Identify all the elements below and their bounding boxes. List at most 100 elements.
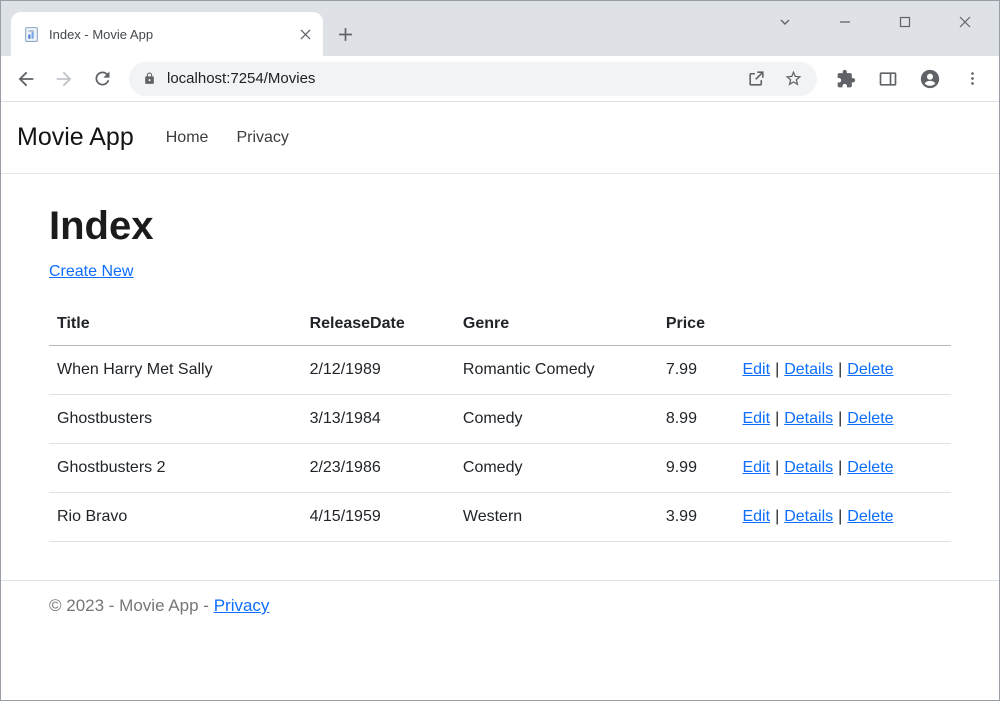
cell-actions: Edit | Details | Delete xyxy=(734,493,951,542)
lock-icon xyxy=(143,72,156,85)
table-row: Ghostbusters 3/13/1984 Comedy 8.99 Edit |… xyxy=(49,395,951,444)
side-panel-button[interactable] xyxy=(871,62,905,96)
table-row: Rio Bravo 4/15/1959 Western 3.99 Edit|De… xyxy=(49,493,951,542)
delete-link[interactable]: Delete xyxy=(847,508,893,525)
delete-link[interactable]: Delete xyxy=(847,459,893,476)
action-separator: | xyxy=(775,410,779,427)
close-icon xyxy=(300,29,311,40)
url-text[interactable]: localhost:7254/Movies xyxy=(167,70,729,87)
footer-privacy-link[interactable]: Privacy xyxy=(214,596,270,615)
profile-button[interactable] xyxy=(913,62,947,96)
movie-app-favicon xyxy=(23,26,40,43)
cell-actions: Edit | Details | Delete xyxy=(734,444,951,493)
window-maximize-button[interactable] xyxy=(897,14,913,30)
cell-actions: Edit | Details | Delete xyxy=(734,395,951,444)
details-link[interactable]: Details xyxy=(784,361,833,378)
column-header-title: Title xyxy=(49,303,302,346)
back-icon xyxy=(15,68,37,90)
site-footer: © 2023 - Movie App - Privacy xyxy=(1,580,999,631)
forward-icon xyxy=(53,68,75,90)
column-header-releasedate: ReleaseDate xyxy=(302,303,455,346)
window-controls xyxy=(777,1,999,43)
details-link[interactable]: Details xyxy=(784,410,833,427)
cell-release-date: 4/15/1959 xyxy=(302,493,455,542)
kebab-menu-icon xyxy=(964,70,981,87)
page-title: Index xyxy=(49,204,951,249)
window-close-button[interactable] xyxy=(957,14,973,30)
extensions-button[interactable] xyxy=(829,62,863,96)
forward-button[interactable] xyxy=(45,60,83,98)
table-header-row: Title ReleaseDate Genre Price xyxy=(49,303,951,346)
profile-icon xyxy=(919,68,941,90)
reload-button[interactable] xyxy=(83,60,121,98)
edit-link[interactable]: Edit xyxy=(742,361,770,378)
cell-title: Rio Bravo xyxy=(49,493,302,542)
cell-price: 7.99 xyxy=(658,346,735,395)
cell-title: Ghostbusters xyxy=(49,395,302,444)
column-header-price: Price xyxy=(658,303,735,346)
close-icon xyxy=(958,15,972,29)
cell-release-date: 3/13/1984 xyxy=(302,395,455,444)
browser-toolbar: localhost:7254/Movies xyxy=(1,56,999,102)
nav-link-privacy[interactable]: Privacy xyxy=(236,129,288,147)
share-button[interactable] xyxy=(747,69,766,88)
cell-genre: Comedy xyxy=(455,444,658,493)
delete-link[interactable]: Delete xyxy=(847,410,893,427)
cell-release-date: 2/23/1986 xyxy=(302,444,455,493)
share-icon xyxy=(747,69,766,88)
cell-genre: Romantic Comedy xyxy=(455,346,658,395)
cell-price: 9.99 xyxy=(658,444,735,493)
tab-strip: Index - Movie App xyxy=(1,1,999,56)
cell-price: 8.99 xyxy=(658,395,735,444)
side-panel-icon xyxy=(878,69,898,89)
column-header-actions xyxy=(734,303,951,346)
chevron-down-icon xyxy=(778,15,792,29)
minimize-icon xyxy=(838,15,852,29)
window-minimize-button[interactable] xyxy=(837,14,853,30)
action-separator: | xyxy=(838,410,842,427)
action-separator: | xyxy=(838,508,842,525)
address-bar[interactable]: localhost:7254/Movies xyxy=(129,62,817,96)
new-tab-button[interactable] xyxy=(331,20,359,48)
cell-genre: Comedy xyxy=(455,395,658,444)
action-separator: | xyxy=(838,361,842,378)
action-separator: | xyxy=(775,508,779,525)
bookmark-button[interactable] xyxy=(784,69,803,88)
cell-actions: Edit | Details | Delete xyxy=(734,346,951,395)
extensions-icon xyxy=(836,69,856,89)
star-icon xyxy=(784,69,803,88)
window-chevron-button[interactable] xyxy=(777,14,793,30)
edit-link[interactable]: Edit xyxy=(742,459,770,476)
create-new-link[interactable]: Create New xyxy=(49,263,133,280)
details-link[interactable]: Details xyxy=(784,508,833,525)
column-header-genre: Genre xyxy=(455,303,658,346)
reload-icon xyxy=(92,68,113,89)
cell-title: When Harry Met Sally xyxy=(49,346,302,395)
brand-link[interactable]: Movie App xyxy=(17,123,134,152)
browser-menu-button[interactable] xyxy=(955,62,989,96)
edit-link[interactable]: Edit xyxy=(742,410,770,427)
tab-title: Index - Movie App xyxy=(49,27,295,42)
main-content: Index Create New Title ReleaseDate Genre… xyxy=(1,174,999,542)
table-row: When Harry Met Sally 2/12/1989 Romantic … xyxy=(49,346,951,395)
delete-link[interactable]: Delete xyxy=(847,361,893,378)
table-row: Ghostbusters 2 2/23/1986 Comedy 9.99 Edi… xyxy=(49,444,951,493)
tab-close-button[interactable] xyxy=(295,24,315,44)
edit-link[interactable]: Edit xyxy=(742,508,770,525)
cell-title: Ghostbusters 2 xyxy=(49,444,302,493)
copyright-text: © 2023 - Movie App - xyxy=(49,596,209,615)
site-navbar: Movie App Home Privacy xyxy=(1,102,999,174)
cell-genre: Western xyxy=(455,493,658,542)
action-separator: | xyxy=(838,459,842,476)
movies-table: Title ReleaseDate Genre Price When Harry… xyxy=(49,303,951,542)
cell-release-date: 2/12/1989 xyxy=(302,346,455,395)
toolbar-right xyxy=(829,62,989,96)
action-separator: | xyxy=(775,361,779,378)
browser-window: Index - Movie App xyxy=(0,0,1000,701)
page-content: Movie App Home Privacy Index Create New … xyxy=(1,102,999,700)
browser-tab[interactable]: Index - Movie App xyxy=(11,12,323,56)
action-separator: | xyxy=(775,459,779,476)
details-link[interactable]: Details xyxy=(784,459,833,476)
nav-link-home[interactable]: Home xyxy=(166,129,209,147)
back-button[interactable] xyxy=(7,60,45,98)
